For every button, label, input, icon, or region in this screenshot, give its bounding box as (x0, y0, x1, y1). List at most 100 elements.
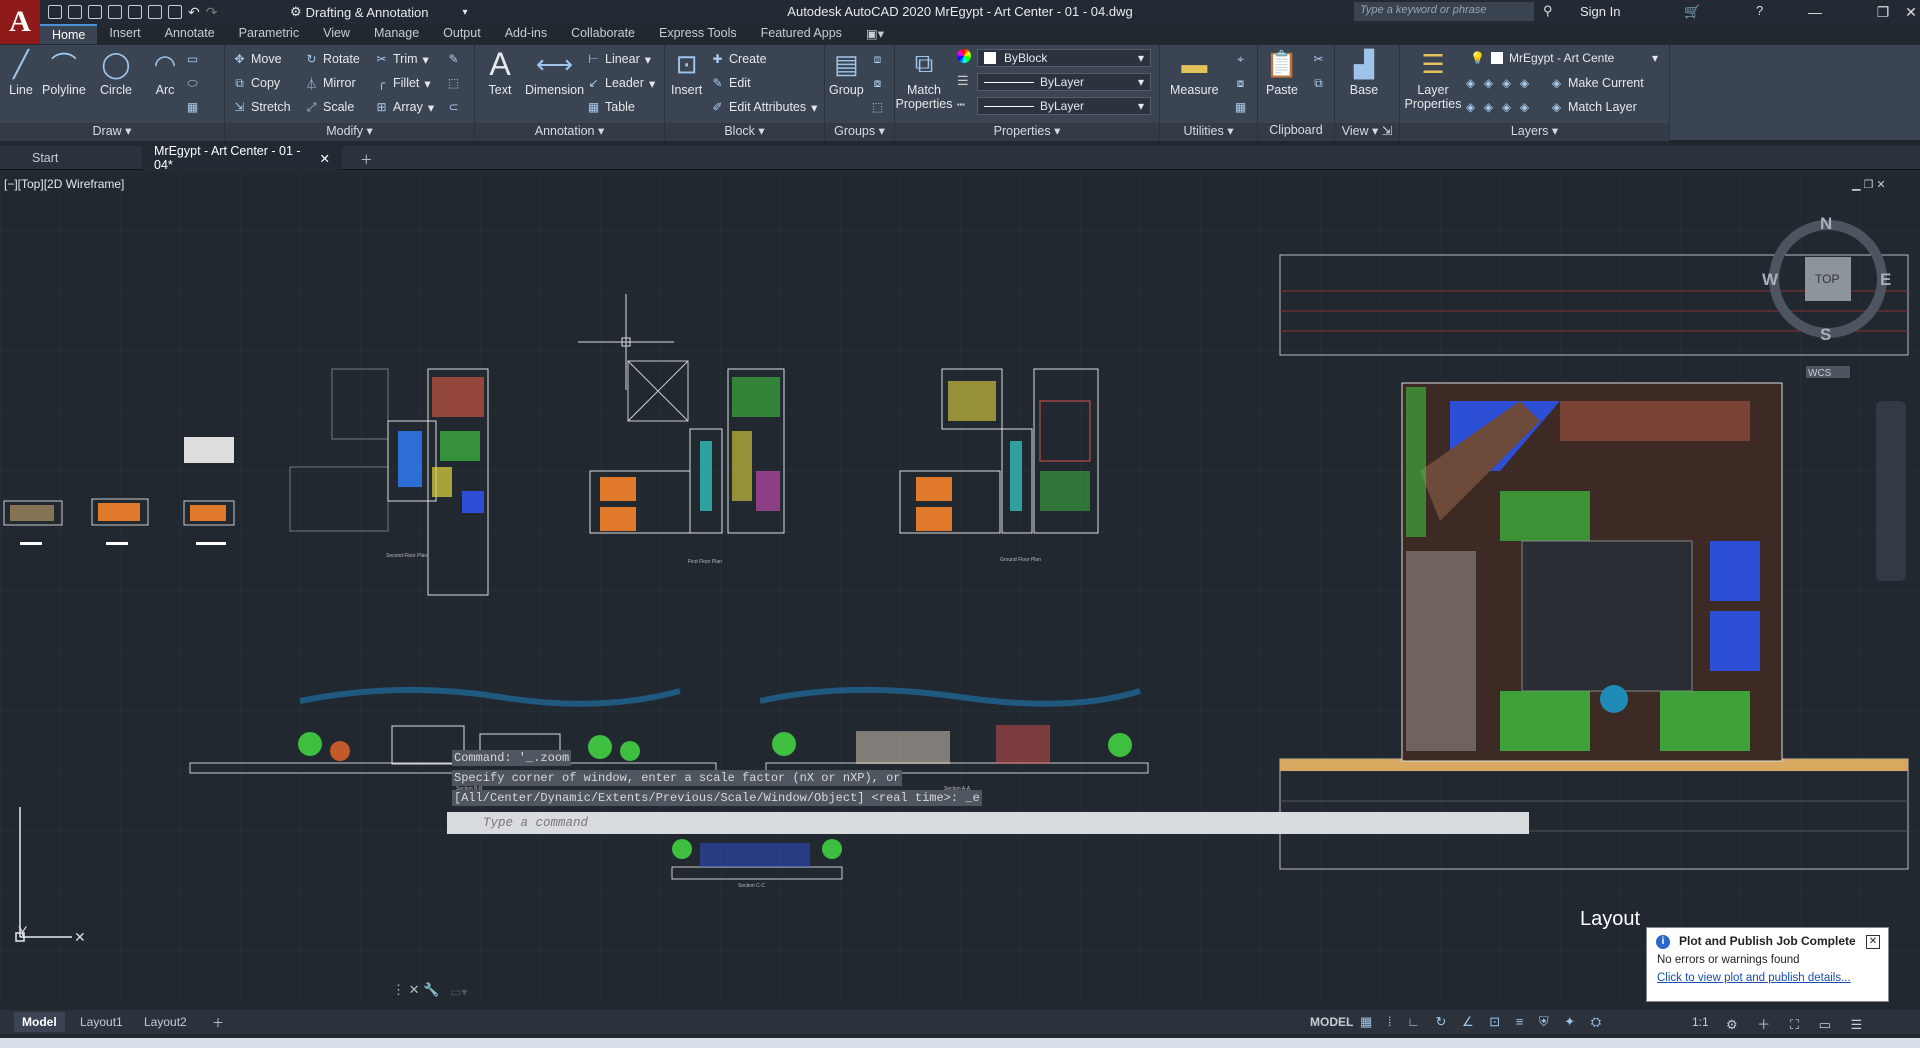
paste-button[interactable]: 📋 Paste (1266, 49, 1298, 98)
quick-select-button[interactable]: ⧇ (1234, 73, 1247, 93)
ellipse-button[interactable]: ⬭ (186, 73, 199, 93)
status-right-icons[interactable]: ⚙ ＋ ⛶ ▭ ☰ (1726, 1014, 1870, 1033)
group-select-button[interactable]: ⬚ (871, 97, 884, 117)
scale-button[interactable]: ⤢ Scale (305, 97, 355, 117)
tab-home[interactable]: Home (40, 24, 98, 44)
view-panel-title[interactable]: View ▾ ⇲ (1335, 123, 1399, 141)
hatch-button[interactable]: ▦ (186, 97, 199, 117)
workspace-switcher[interactable]: ⚙ Drafting & Annotation ▾ (290, 2, 468, 22)
tab-featured-apps[interactable]: Featured Apps (749, 24, 854, 44)
tab-manage[interactable]: Manage (362, 24, 431, 44)
layer-unisolate-icon[interactable]: ◈ (1482, 100, 1495, 114)
fillet-button[interactable]: ╭ Fillet ▾ (375, 73, 431, 93)
match-properties-button[interactable]: ⧉ Match Properties (896, 48, 953, 111)
make-current-button[interactable]: ◈ Make Current (1550, 73, 1644, 93)
groups-panel-title[interactable]: Groups ▾ (825, 123, 894, 141)
utilities-panel-title[interactable]: Utilities ▾ (1160, 123, 1257, 141)
camera-icon[interactable]: ▣▾ (854, 24, 896, 44)
layer-off-icon[interactable]: ◈ (1464, 76, 1477, 90)
table-button[interactable]: ▦ Table (587, 97, 635, 117)
erase-button[interactable]: ✎ (447, 49, 460, 69)
help-icon[interactable]: ? (1756, 3, 1763, 18)
plot-icon[interactable] (168, 5, 182, 19)
viewcube-south[interactable]: S (1820, 325, 1831, 345)
layer-properties-button[interactable]: ☰ Layer Properties (1405, 49, 1462, 112)
new-file-icon[interactable] (48, 5, 62, 19)
tab-output[interactable]: Output (431, 24, 493, 44)
notification-close-button[interactable]: ✕ (1866, 935, 1880, 949)
lineweight-dropdown[interactable]: ByLayer ▾ (977, 97, 1151, 115)
rotate-button[interactable]: ↻ Rotate (305, 49, 359, 69)
save-as-icon[interactable] (108, 5, 122, 19)
close-button[interactable]: ✕ (1896, 0, 1920, 24)
copy-clip-button[interactable]: ⧉ (1312, 73, 1325, 93)
viewport-window-controls[interactable]: ▁ ❐ ✕ (1852, 178, 1886, 191)
rectangle-button[interactable]: ▭ (186, 49, 199, 69)
viewcube-west[interactable]: W (1762, 270, 1778, 290)
measure-button[interactable]: ▬ Measure (1170, 49, 1219, 98)
undo-icon[interactable]: ↶ (188, 4, 200, 21)
status-toggle-icons[interactable]: ▦ ⁞ ∟ ↻ ∠ ⊡ ≡ ⛨ ✦ ⛭ (1360, 1014, 1607, 1030)
calculator-button[interactable]: ▦ (1234, 97, 1247, 117)
tab-layout1[interactable]: Layout1 (72, 1012, 131, 1032)
tab-parametric[interactable]: Parametric (227, 24, 311, 44)
viewcube-east[interactable]: E (1880, 270, 1891, 290)
command-input[interactable]: Type a command (447, 812, 1529, 834)
circle-button[interactable]: ◯ Circle (100, 49, 132, 98)
annotation-panel-title[interactable]: Annotation ▾ (475, 123, 664, 141)
redo-icon[interactable]: ↷ (206, 4, 218, 21)
model-space-toggle[interactable]: MODEL (1302, 1012, 1361, 1032)
cart-icon[interactable]: 🛒 (1684, 4, 1700, 20)
layer-thaw-icon[interactable]: ◈ (1500, 100, 1513, 114)
layer-isolate-icon[interactable]: ◈ (1482, 76, 1495, 90)
binoculars-icon[interactable]: ⚲ (1543, 3, 1553, 19)
insert-button[interactable]: ⊡ Insert (671, 49, 702, 98)
drawing-canvas[interactable]: [−][Top][2D Wireframe] ▁ ❐ ✕ N S E W TOP… (0, 171, 1920, 1002)
layers-panel-title[interactable]: Layers ▾ (1400, 123, 1669, 141)
modify-panel-title[interactable]: Modify ▾ (225, 123, 474, 141)
save-web-icon[interactable] (148, 5, 162, 19)
explode-button[interactable]: ⬚ (447, 73, 460, 93)
mirror-button[interactable]: ⏃ Mirror (305, 73, 355, 93)
tab-insert[interactable]: Insert (97, 24, 152, 44)
line-button[interactable]: ╱ Line (6, 49, 36, 98)
tab-annotate[interactable]: Annotate (153, 24, 227, 44)
autocad-logo-icon[interactable]: A (0, 0, 40, 44)
base-button[interactable]: ▟ Base (1349, 49, 1379, 98)
maximize-button[interactable]: ❐ (1868, 0, 1898, 24)
notification-link[interactable]: Click to view plot and publish details..… (1657, 972, 1878, 984)
edit-block-button[interactable]: ✎ Edit (711, 73, 750, 93)
dimension-button[interactable]: ⟷ Dimension (525, 49, 584, 98)
group-button[interactable]: ▤ Group (829, 49, 864, 98)
viewcube-top[interactable]: TOP (1815, 272, 1839, 286)
properties-panel-title[interactable]: Properties ▾ (895, 123, 1159, 141)
tab-model[interactable]: Model (14, 1012, 65, 1032)
arc-button[interactable]: ◠ Arc (150, 49, 180, 98)
wcs-menu[interactable]: WCS (1808, 368, 1831, 379)
layer-dropdown[interactable]: 💡 MrEgypt - Art Cente ▾ (1464, 49, 1664, 67)
block-panel-title[interactable]: Block ▾ (665, 123, 824, 141)
minimize-button[interactable]: — (1800, 0, 1830, 24)
move-button[interactable]: ✥ Move (233, 49, 281, 69)
command-line-controls[interactable]: ⋮ ✕ 🔧 (392, 982, 439, 998)
ungroup-button[interactable]: ⧈ (871, 49, 884, 69)
offset-button[interactable]: ⊂ (447, 97, 460, 117)
tab-view[interactable]: View (311, 24, 362, 44)
id-point-button[interactable]: ⌖ (1234, 49, 1247, 69)
sign-in-button[interactable]: Sign In (1580, 4, 1620, 19)
tab-express-tools[interactable]: Express Tools (647, 24, 749, 44)
polyline-button[interactable]: ⌒ Polyline (42, 49, 86, 98)
tab-collaborate[interactable]: Collaborate (559, 24, 647, 44)
add-layout-button[interactable]: ＋ (204, 1012, 232, 1032)
match-layer-button[interactable]: ◈ Match Layer (1550, 97, 1637, 117)
cut-button[interactable]: ✂ (1312, 49, 1325, 69)
tab-current-drawing[interactable]: MrEgypt - Art Center - 01 - 04* ✕ (142, 144, 342, 172)
open-file-icon[interactable] (68, 5, 82, 19)
color-wheel-icon[interactable] (957, 49, 971, 63)
tab-start[interactable]: Start (20, 146, 140, 170)
open-web-icon[interactable] (128, 5, 142, 19)
stretch-button[interactable]: ⇲ Stretch (233, 97, 290, 117)
copy-button[interactable]: ⧉ Copy (233, 73, 280, 93)
viewport-controls[interactable]: [−][Top][2D Wireframe] (4, 177, 124, 191)
linear-button[interactable]: ⊢ Linear ▾ (587, 49, 651, 69)
